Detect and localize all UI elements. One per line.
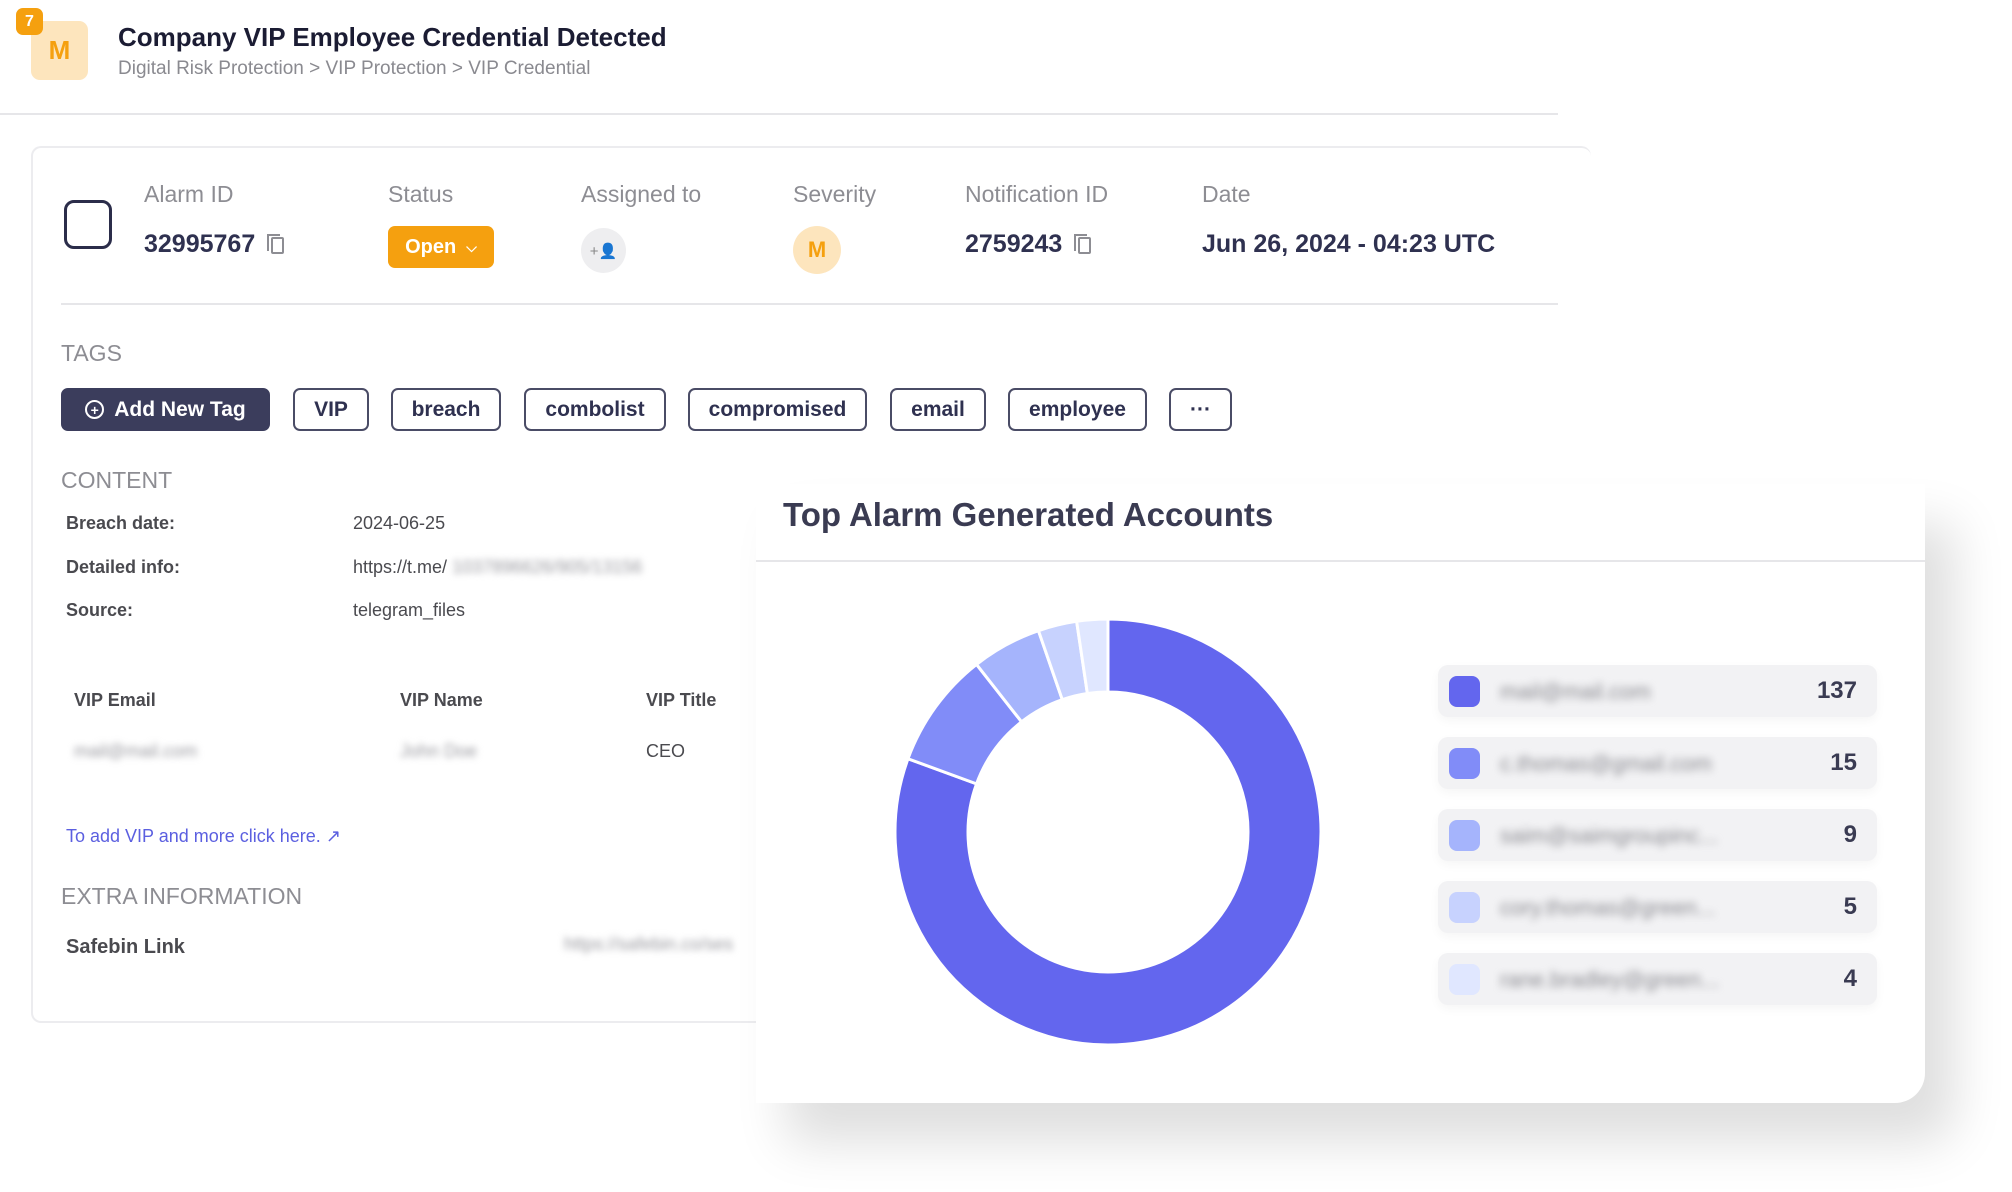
legend-label: c.thomas@gmail.com	[1500, 751, 1712, 776]
copy-icon[interactable]	[1074, 234, 1092, 254]
vip-name-header: VIP Name	[400, 690, 483, 710]
severity-label: Severity	[793, 181, 877, 207]
legend-item[interactable]: mail@mail.com 137	[1438, 665, 1877, 717]
status-dropdown[interactable]: Open ⌵	[388, 226, 494, 268]
notification-id-label: Notification ID	[965, 181, 1109, 207]
detailed-info-url: https://t.me/	[353, 557, 448, 577]
assign-user-button[interactable]: +👤	[581, 228, 626, 273]
legend-value: 15	[1830, 749, 1857, 776]
add-new-tag-button[interactable]: + Add New Tag	[61, 388, 270, 431]
divider	[61, 303, 1558, 305]
legend-item[interactable]: saim@saimgroupinc... 9	[1438, 809, 1877, 861]
status-label: Status	[388, 181, 454, 207]
detailed-info-value[interactable]: https://t.me/ 1037896626/905/13156	[353, 557, 642, 578]
notification-count-badge: 7	[16, 8, 43, 35]
safebin-value[interactable]: https://safebin.co/ses	[564, 934, 733, 955]
legend-value: 4	[1843, 965, 1857, 992]
extra-info-heading: EXTRA INFORMATION	[61, 883, 303, 909]
alarm-id-text: 32995767	[144, 230, 256, 258]
source-label: Source:	[66, 600, 134, 620]
legend-item[interactable]: cory.thomas@green... 5	[1438, 881, 1877, 933]
notification-id-value: 2759243	[965, 230, 1092, 259]
alarm-id-label: Alarm ID	[144, 181, 234, 207]
legend-value: 9	[1843, 821, 1857, 848]
content-heading: CONTENT	[61, 467, 173, 493]
header-divider	[0, 113, 1558, 115]
legend-item[interactable]: c.thomas@gmail.com 15	[1438, 737, 1877, 789]
top-accounts-chart-card: Top Alarm Generated Accounts mail@mail.c…	[756, 484, 1925, 1103]
plus-circle-icon: +	[85, 400, 105, 419]
legend-label: mail@mail.com	[1500, 679, 1651, 704]
severity-badge: M	[793, 226, 841, 274]
legend-value: 137	[1816, 677, 1857, 704]
add-vip-link-text: To add VIP and more click here.	[66, 826, 321, 846]
chevron-down-icon: ⌵	[466, 238, 477, 255]
donut-chart	[893, 617, 1323, 1047]
tag-email[interactable]: email	[890, 388, 986, 431]
select-checkbox[interactable]	[64, 200, 112, 249]
page-title: Company VIP Employee Credential Detected	[118, 22, 667, 52]
more-tags-button[interactable]: ···	[1169, 388, 1232, 431]
external-link-icon: ↗	[325, 826, 341, 846]
copy-icon[interactable]	[267, 234, 285, 254]
detailed-info-label: Detailed info:	[66, 557, 181, 577]
date-value: Jun 26, 2024 - 04:23 UTC	[1202, 230, 1496, 258]
legend-swatch	[1449, 820, 1480, 851]
vip-title-cell: CEO	[646, 741, 686, 761]
add-tag-label: Add New Tag	[114, 397, 246, 421]
tag-breach[interactable]: breach	[391, 388, 501, 431]
legend-swatch	[1449, 748, 1480, 779]
tag-combolist[interactable]: combolist	[524, 388, 666, 431]
tag-vip[interactable]: VIP	[293, 388, 369, 431]
legend-swatch	[1449, 676, 1480, 707]
vip-email-cell: mail@mail.com	[74, 741, 198, 761]
breadcrumb: Digital Risk Protection > VIP Protection…	[118, 58, 591, 79]
vip-title-header: VIP Title	[646, 690, 717, 710]
legend-label: saim@saimgroupinc...	[1500, 823, 1718, 848]
vip-email-header: VIP Email	[74, 690, 156, 710]
legend-swatch	[1449, 964, 1480, 995]
legend-item[interactable]: rane.bradley@green... 4	[1438, 953, 1877, 1005]
assigned-label: Assigned to	[581, 181, 702, 207]
status-text: Open	[405, 235, 457, 258]
legend-label: cory.thomas@green...	[1500, 895, 1716, 920]
alarm-id-value: 32995767	[144, 230, 285, 259]
tag-compromised[interactable]: compromised	[688, 388, 867, 431]
safebin-label: Safebin Link	[66, 936, 185, 958]
add-vip-link[interactable]: To add VIP and more click here. ↗	[66, 826, 341, 847]
legend-value: 5	[1843, 893, 1857, 920]
breach-date-label: Breach date:	[66, 513, 176, 533]
source-value: telegram_files	[353, 600, 466, 620]
vip-name-cell: John Doe	[400, 741, 478, 761]
breach-date-value: 2024-06-25	[353, 513, 446, 533]
add-user-icon: +👤	[589, 242, 618, 260]
legend-swatch	[1449, 892, 1480, 923]
detailed-info-redacted: 1037896626/905/13156	[452, 557, 643, 577]
tags-heading: TAGS	[61, 340, 122, 366]
legend-label: rane.bradley@green...	[1500, 967, 1720, 992]
tag-employee[interactable]: employee	[1008, 388, 1147, 431]
date-label: Date	[1202, 181, 1251, 207]
notification-id-text: 2759243	[965, 230, 1063, 258]
